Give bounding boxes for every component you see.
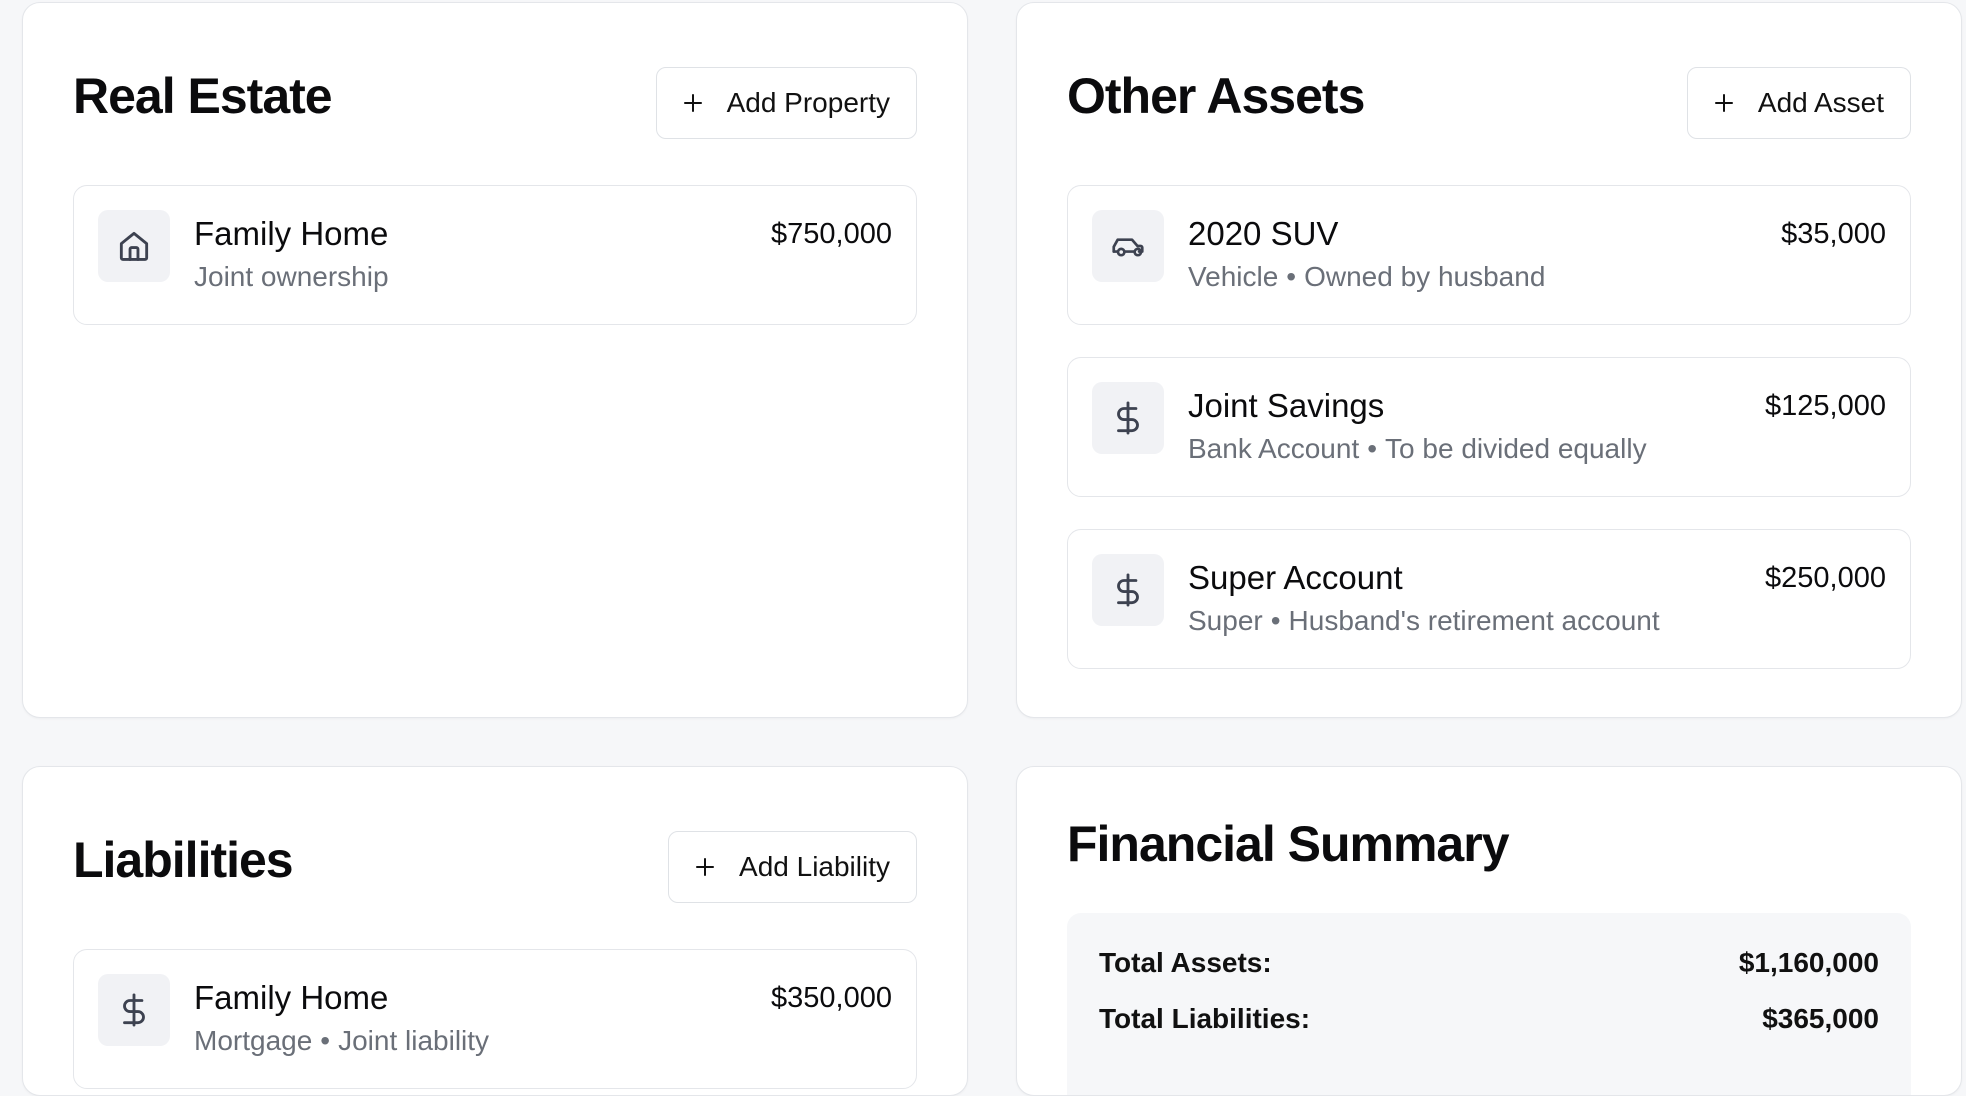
- item-value: $750,000: [771, 218, 892, 250]
- item-title: 2020 SUV: [1188, 215, 1339, 252]
- liabilities-title: Liabilities: [73, 832, 294, 888]
- item-subtitle-part: Joint liability: [338, 1025, 490, 1056]
- other-assets-header: Other Assets Add Asset: [1067, 63, 1911, 139]
- separator-dot: •: [1270, 605, 1281, 636]
- real-estate-header: Real Estate Add Property: [73, 63, 917, 139]
- real-estate-item-family-home[interactable]: Family Home Joint ownership $750,000: [73, 185, 917, 325]
- item-subtitle-part: Husband's retirement account: [1288, 605, 1660, 636]
- item-subtitle: Joint ownership: [194, 260, 389, 294]
- home-icon: [98, 210, 170, 282]
- item-subtitle-part: To be divided equally: [1385, 433, 1647, 464]
- add-liability-label: Add Liability: [739, 851, 890, 882]
- total-liabilities-label: Total Liabilities:: [1099, 1003, 1311, 1034]
- add-liability-button[interactable]: Add Liability: [668, 831, 917, 903]
- item-subtitle-part: Mortgage: [194, 1025, 313, 1056]
- other-assets-title: Other Assets: [1067, 68, 1365, 124]
- plus-icon: [1714, 94, 1733, 112]
- item-subtitle: Super • Husband's retirement account: [1188, 604, 1660, 638]
- item-subtitle-part: Joint ownership: [194, 261, 389, 292]
- liabilities-header: Liabilities Add Liability: [73, 827, 917, 903]
- financial-summary-title: Financial Summary: [1067, 816, 1509, 872]
- asset-item-joint-savings[interactable]: Joint Savings Bank Account • To be divided…: [1067, 357, 1911, 497]
- other-assets-card: Other Assets Add Asset 2020 SUV Vehicle •…: [1016, 2, 1962, 718]
- item-subtitle-part: Owned by husband: [1304, 261, 1546, 292]
- add-property-button[interactable]: Add Property: [655, 67, 917, 139]
- asset-item-2020-suv[interactable]: 2020 SUV Vehicle • Owned by husband $35,00…: [1067, 185, 1911, 325]
- summary-totals-box: Total Assets: $1,160,000 Total Liabiliti…: [1067, 913, 1911, 1095]
- add-asset-button[interactable]: Add Asset: [1686, 67, 1911, 139]
- item-value: $125,000: [1765, 390, 1886, 422]
- dollar-icon: [1092, 382, 1164, 454]
- item-subtitle-part: Vehicle: [1188, 261, 1279, 292]
- add-asset-label: Add Asset: [1757, 87, 1884, 118]
- item-subtitle: Bank Account • To be divided equally: [1188, 432, 1647, 466]
- item-value: $250,000: [1765, 562, 1886, 594]
- add-property-label: Add Property: [726, 87, 890, 118]
- plus-icon: [683, 94, 702, 112]
- liabilities-card: Liabilities Add Liability Family Home Mo…: [22, 766, 968, 1096]
- item-title: Joint Savings: [1188, 387, 1385, 424]
- total-assets-value: $1,160,000: [1738, 947, 1879, 978]
- plus-icon: [696, 858, 715, 876]
- real-estate-title: Real Estate: [73, 68, 333, 124]
- dollar-icon: [1092, 554, 1164, 626]
- separator-dot: •: [1286, 261, 1297, 292]
- dollar-icon: [98, 974, 170, 1046]
- financial-summary-card: Financial Summary Total Assets: $1,160,0…: [1016, 766, 1962, 1096]
- item-subtitle-part: Super: [1188, 605, 1263, 636]
- real-estate-card: Real Estate Add Property Family Home Joi…: [22, 2, 968, 718]
- total-liabilities-row: Total Liabilities: $365,000: [1099, 1003, 1879, 1043]
- item-value: $350,000: [771, 982, 892, 1014]
- separator-dot: •: [1367, 433, 1378, 464]
- separator-dot: •: [320, 1025, 331, 1056]
- item-subtitle: Mortgage • Joint liability: [194, 1024, 489, 1058]
- item-value: $35,000: [1781, 218, 1886, 250]
- item-title: Super Account: [1188, 559, 1403, 596]
- car-icon: [1092, 210, 1164, 282]
- total-assets-label: Total Assets:: [1099, 947, 1272, 978]
- asset-item-super-account[interactable]: Super Account Super • Husband's retirement…: [1067, 529, 1911, 669]
- item-subtitle-part: Bank Account: [1188, 433, 1360, 464]
- total-assets-row: Total Assets: $1,160,000: [1099, 947, 1879, 987]
- item-title: Family Home: [194, 215, 389, 252]
- item-subtitle: Vehicle • Owned by husband: [1188, 260, 1545, 294]
- total-liabilities-value: $365,000: [1762, 1003, 1879, 1034]
- item-title: Family Home: [194, 979, 389, 1016]
- liability-item-family-home[interactable]: Family Home Mortgage • Joint liability $35…: [73, 949, 917, 1089]
